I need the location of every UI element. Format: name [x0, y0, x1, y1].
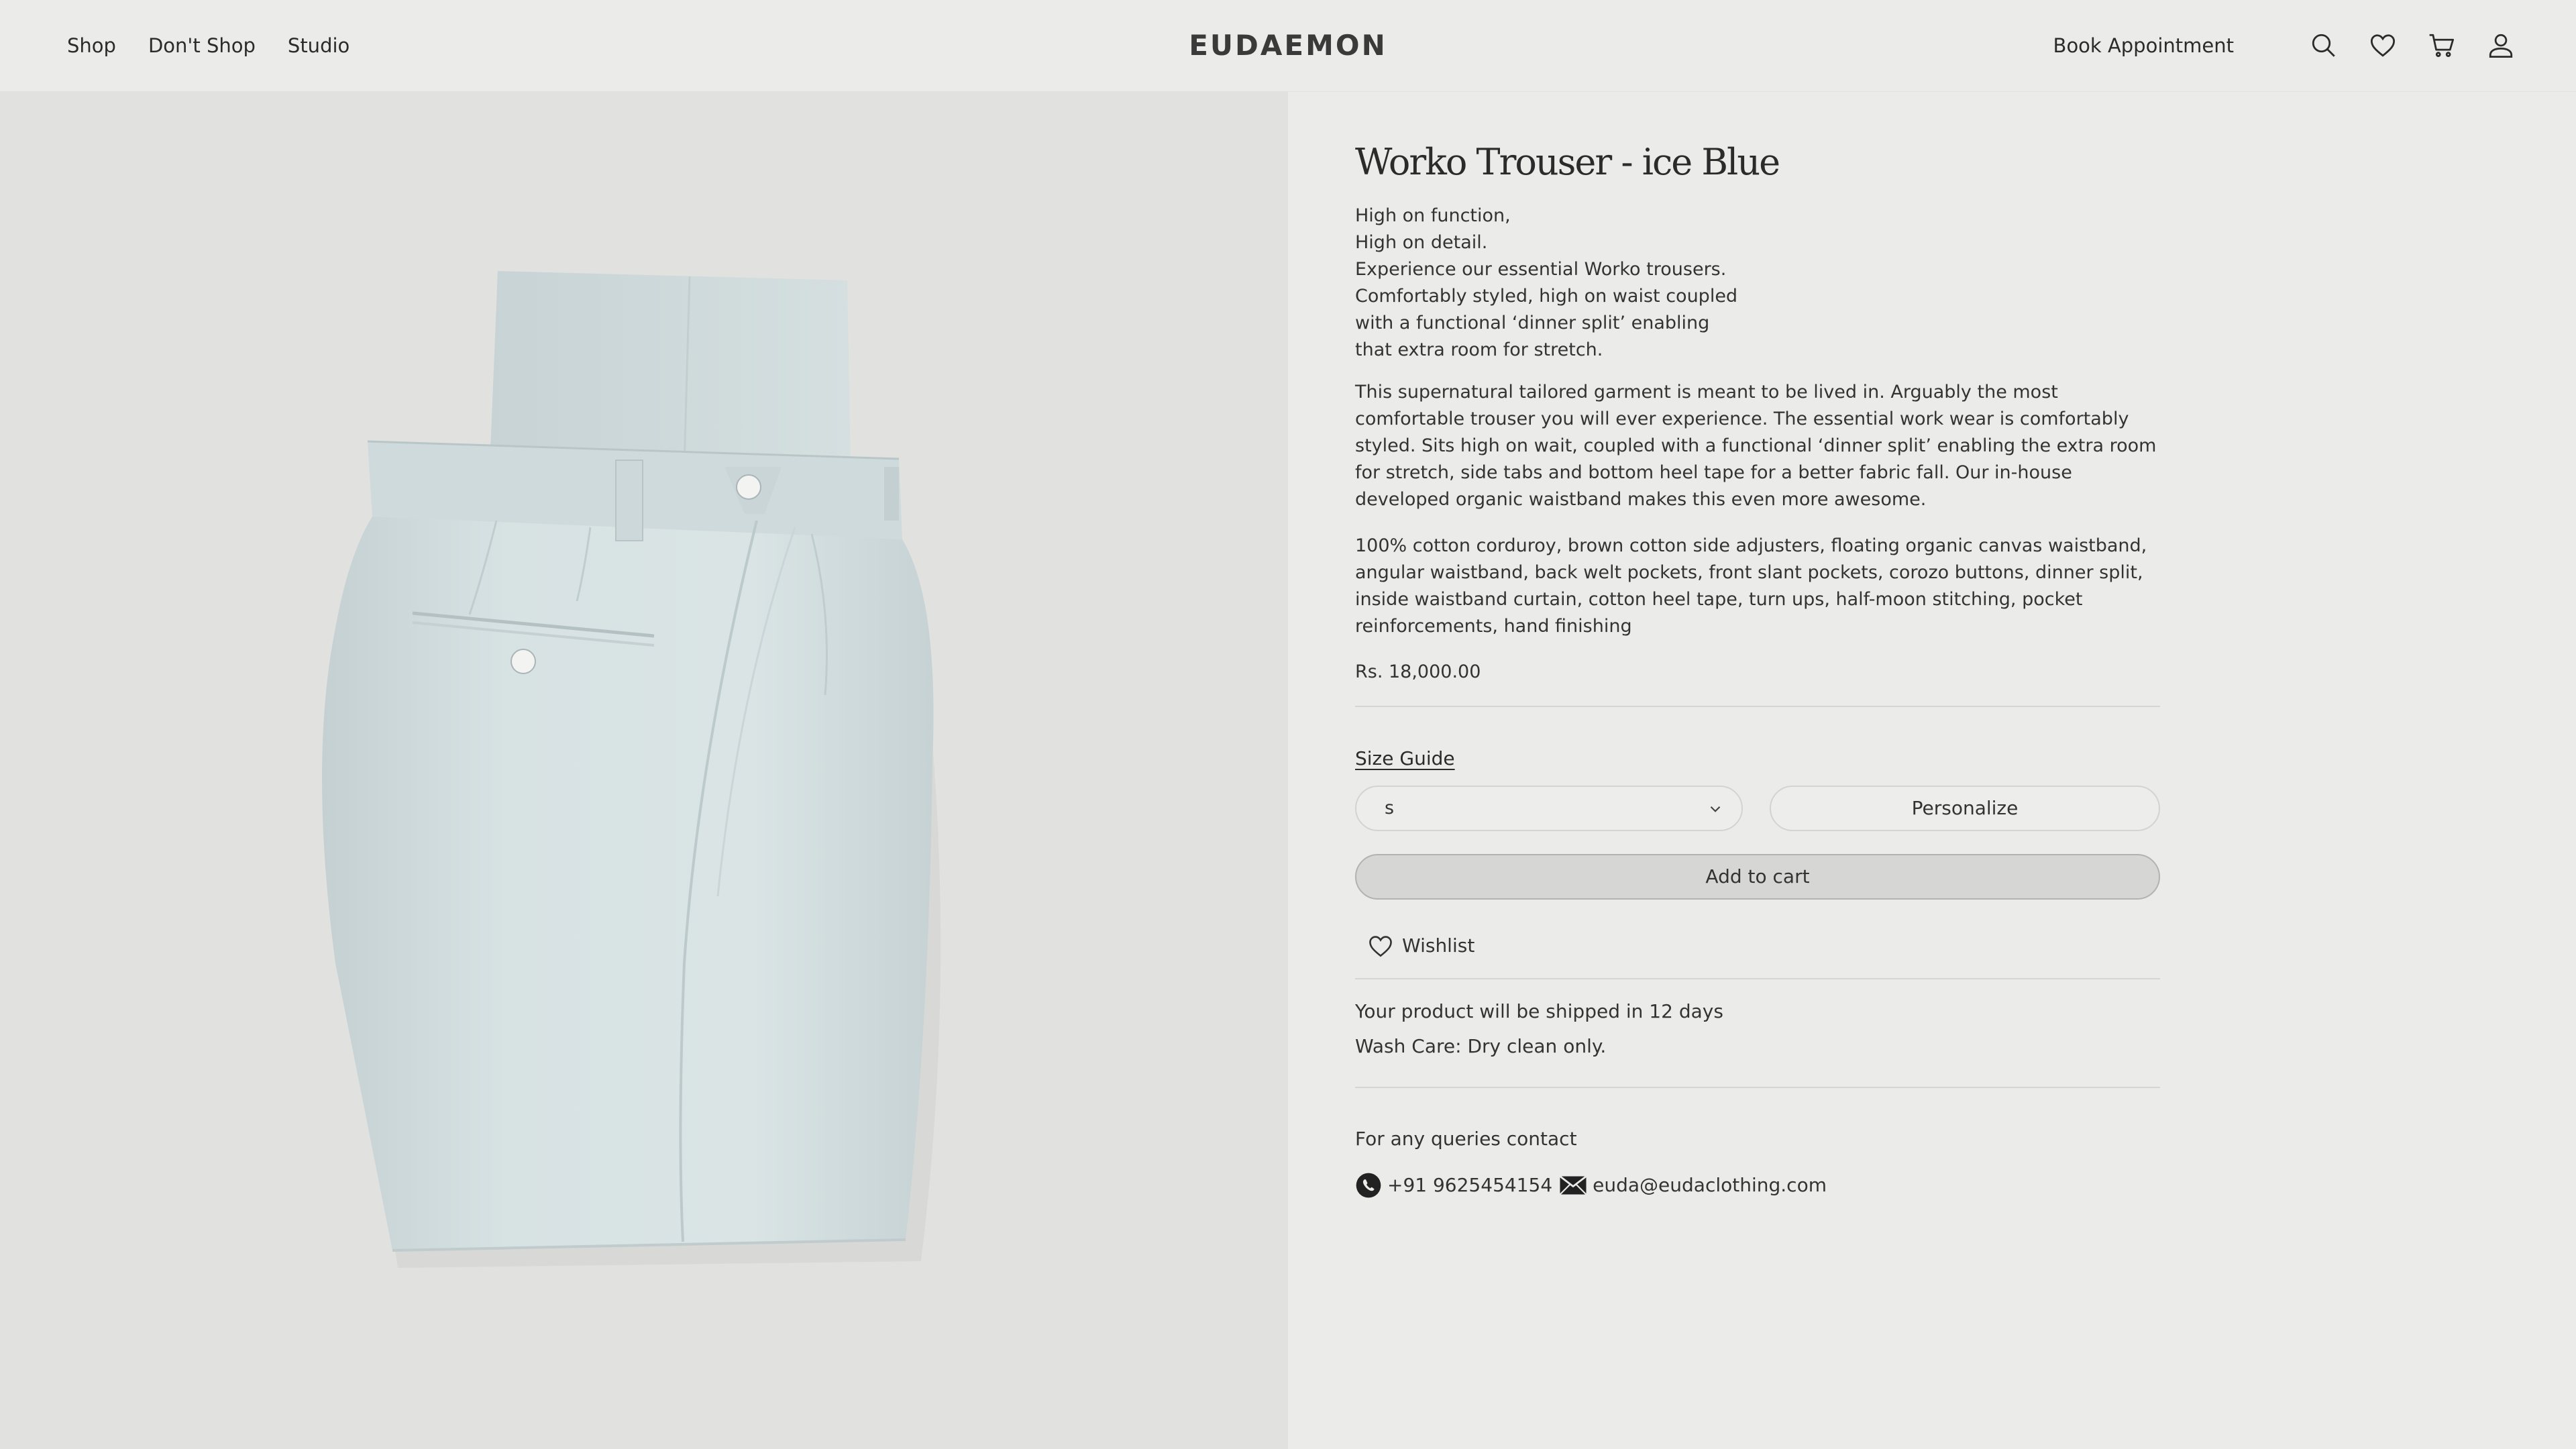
contact-email[interactable]: euda@eudaclothing.com — [1593, 1172, 1827, 1199]
size-selected-value: s — [1385, 798, 1395, 818]
user-icon[interactable] — [2479, 24, 2522, 67]
product-tagline: High on function, High on detail. Experi… — [1355, 203, 1825, 364]
divider — [1355, 978, 2160, 979]
divider — [1355, 1087, 2160, 1088]
add-to-cart-button[interactable]: Add to cart — [1355, 854, 2160, 900]
size-select[interactable]: s — [1355, 786, 1743, 831]
tagline-line: that extra room for stretch. — [1355, 339, 1603, 360]
whatsapp-icon — [1356, 1173, 1381, 1198]
tagline-line: High on detail. — [1355, 232, 1488, 253]
mail-icon — [1559, 1175, 1587, 1195]
heart-icon[interactable] — [2361, 24, 2404, 67]
divider — [1355, 706, 2160, 707]
product-page: Shop Don't Shop Studio EUDAEMON Book App… — [0, 0, 2576, 1449]
contact-row: +91 9625454154 euda@eudaclothing.com — [1355, 1172, 1827, 1199]
wishlist-label: Wishlist — [1402, 934, 1475, 957]
product-description: This supernatural tailored garment is me… — [1355, 382, 2157, 510]
product-title: Worko Trouser - ice Blue — [1355, 141, 1780, 183]
tagline-line: High on function, — [1355, 205, 1511, 226]
site-header: Shop Don't Shop Studio EUDAEMON Book App… — [0, 0, 2576, 92]
queries-label: For any queries contact — [1355, 1128, 1577, 1150]
contact-phone[interactable]: +91 9625454154 — [1387, 1172, 1552, 1199]
personalize-button[interactable]: Personalize — [1770, 786, 2160, 831]
shipping-info: Your product will be shipped in 12 days — [1355, 1000, 1723, 1022]
tagline-line: with a functional ‘dinner split’ enablin… — [1355, 313, 1710, 333]
wishlist-button[interactable]: Wishlist — [1367, 932, 1474, 959]
wash-care-info: Wash Care: Dry clean only. — [1355, 1035, 1607, 1057]
search-icon[interactable] — [2302, 24, 2345, 67]
product-materials: 100% cotton corduroy, brown cotton side … — [1355, 535, 2147, 637]
size-guide-link[interactable]: Size Guide — [1355, 745, 1455, 772]
chevron-down-icon — [1710, 806, 1721, 812]
product-image — [0, 91, 1288, 1449]
product-price: Rs. 18,000.00 — [1355, 661, 1481, 682]
tagline-line: Experience our essential Worko trousers. — [1355, 259, 1727, 280]
cart-icon[interactable] — [2420, 24, 2463, 67]
heart-icon — [1369, 936, 1392, 957]
header-actions: Book Appointment — [2053, 24, 2522, 67]
book-appointment-link[interactable]: Book Appointment — [2053, 24, 2234, 67]
tagline-line: Comfortably styled, high on waist couple… — [1355, 286, 1738, 307]
